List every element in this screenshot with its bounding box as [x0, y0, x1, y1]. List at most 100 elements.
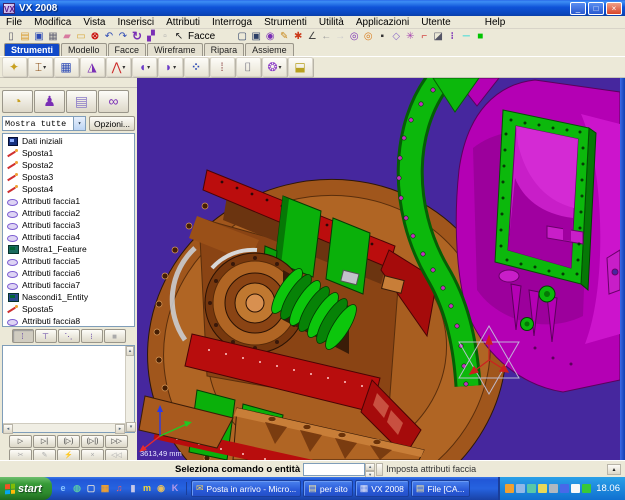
- ql-media[interactable]: ♫: [113, 482, 125, 495]
- web-sphere-button[interactable]: ❂ ▾: [262, 57, 287, 77]
- tab-strumenti[interactable]: Strumenti: [4, 43, 61, 56]
- viewport-3d[interactable]: 3613,49 mm: [137, 78, 620, 460]
- start-button[interactable]: start: [0, 477, 52, 500]
- tree-item-attributi-faccia4[interactable]: Attributi faccia4: [7, 231, 134, 243]
- zoom-fill-icon[interactable]: ▪: [375, 30, 389, 43]
- tray-icon-1[interactable]: [505, 484, 515, 493]
- ql-internet-explorer[interactable]: e: [57, 482, 69, 495]
- disabled-icon[interactable]: ▫: [158, 30, 172, 43]
- tree-item-attributi-faccia6[interactable]: Attributi faccia6: [7, 267, 134, 279]
- tray-icon-5[interactable]: [549, 484, 559, 493]
- tree-item-attributi-faccia2[interactable]: Attributi faccia2: [7, 207, 134, 219]
- section-plane-icon[interactable]: ◪: [431, 30, 445, 43]
- open-folder-icon[interactable]: ▤: [18, 30, 32, 43]
- display-filled-icon[interactable]: ▣: [249, 30, 263, 43]
- tree-item-attributi-faccia5[interactable]: Attributi faccia5: [7, 255, 134, 267]
- minimize-button[interactable]: _: [570, 1, 586, 15]
- tree-item-dati-iniziali[interactable]: Dati iniziali: [7, 135, 134, 147]
- filter-dropdown[interactable]: Mostra tutte ▾: [2, 116, 86, 131]
- forward-arrow-icon[interactable]: →: [333, 30, 347, 43]
- play-to-step-button[interactable]: ▷|: [33, 435, 56, 448]
- maximize-button[interactable]: □: [588, 1, 604, 15]
- menu-file[interactable]: File: [0, 17, 28, 28]
- undo-icon[interactable]: ↶: [102, 30, 116, 43]
- menu-utilita[interactable]: Utilità: [313, 17, 350, 28]
- layers-tab-icon[interactable]: ▤: [66, 90, 97, 113]
- plane-tool-button[interactable]: ◮: [80, 57, 105, 77]
- highlight-icon[interactable]: ▞: [144, 30, 158, 43]
- tab-wireframe[interactable]: Wireframe: [147, 43, 203, 56]
- tree-item-attributi-faccia8[interactable]: Attributi faccia8: [7, 315, 134, 326]
- tab-assieme[interactable]: Assieme: [245, 43, 294, 56]
- menu-interroga[interactable]: Interroga: [206, 17, 258, 28]
- play-fast-button[interactable]: ▷▷: [105, 435, 128, 448]
- tree-item-attributi-faccia1[interactable]: Attributi faccia1: [7, 195, 134, 207]
- midpoint-tool-button[interactable]: ⁞: [210, 57, 235, 77]
- ql-device[interactable]: ▮: [127, 482, 139, 495]
- tree-item-sposta1[interactable]: Sposta1: [7, 147, 134, 159]
- pick-cursor-icon[interactable]: ↖: [172, 30, 186, 43]
- play-button[interactable]: ▷: [9, 435, 32, 448]
- display-icon[interactable]: ▢: [235, 30, 249, 43]
- tree-item-sposta5[interactable]: Sposta5: [7, 303, 134, 315]
- save-icon[interactable]: ▣: [32, 30, 46, 43]
- menu-utente[interactable]: Utente: [415, 17, 456, 28]
- link-tab-icon[interactable]: ∞: [98, 90, 129, 113]
- task-file-ca[interactable]: ▤ File [CA...: [410, 480, 470, 497]
- notepad-icon[interactable]: ✎: [277, 30, 291, 43]
- ql-winamp[interactable]: m: [141, 482, 153, 495]
- polyline-tool-button[interactable]: ⋀ ▾: [106, 57, 131, 77]
- ql-app[interactable]: K: [169, 482, 181, 495]
- tray-icon-8[interactable]: [582, 484, 592, 493]
- horizontal-scrollbar[interactable]: [3, 423, 125, 434]
- new-document-icon[interactable]: ▯: [4, 30, 18, 43]
- magnet-right-button[interactable]: ◗ ▾: [158, 57, 183, 77]
- tree-item-attributi-faccia3[interactable]: Attributi faccia3: [7, 219, 134, 231]
- menu-help[interactable]: Help: [479, 17, 512, 28]
- dropdown-arrow-icon[interactable]: ▾: [73, 117, 85, 130]
- ql-browser[interactable]: ◍: [71, 482, 83, 495]
- task-posta-in-arrivo[interactable]: ✉ Posta in arrivo - Micro...: [191, 480, 302, 497]
- ql-player[interactable]: ◉: [155, 482, 167, 495]
- history-list[interactable]: [2, 345, 136, 434]
- tray-icon-3[interactable]: [527, 484, 537, 493]
- tree-view-button[interactable]: ⊤: [34, 329, 57, 343]
- title-bar[interactable]: VX VX 2008 _ □ ×: [0, 0, 625, 16]
- tray-icon-2[interactable]: [516, 484, 526, 493]
- graph-view-button[interactable]: ⋱: [57, 329, 80, 343]
- refresh-icon[interactable]: ↻: [130, 30, 144, 43]
- ql-office[interactable]: ▦: [99, 482, 111, 495]
- tab-modello[interactable]: Modello: [61, 43, 107, 56]
- wheel-tab-icon[interactable]: ◔: [2, 90, 33, 113]
- task-vx-2008[interactable]: ▦ VX 2008: [354, 480, 409, 497]
- tab-ripara[interactable]: Ripara: [203, 43, 245, 56]
- tab-facce[interactable]: Facce: [107, 43, 147, 56]
- menu-strumenti[interactable]: Strumenti: [258, 17, 313, 28]
- command-input[interactable]: [303, 462, 366, 476]
- measure-tool-button[interactable]: ⌷: [236, 57, 261, 77]
- menu-vista[interactable]: Vista: [77, 17, 111, 28]
- tree-item-nascondi1-entity[interactable]: Nascondi1_Entity: [7, 291, 134, 303]
- part-tab-icon[interactable]: ♟: [34, 90, 65, 113]
- stop-view-button[interactable]: ■: [103, 329, 126, 343]
- bounds-icon[interactable]: ⌐: [417, 30, 431, 43]
- status-corner-button[interactable]: ▴: [607, 464, 621, 475]
- view-wheel-icon[interactable]: ✳: [403, 30, 417, 43]
- tray-icon-4[interactable]: [538, 484, 548, 493]
- menu-modifica[interactable]: Modifica: [28, 17, 77, 28]
- redo-icon[interactable]: ↷: [116, 30, 130, 43]
- eraser-icon[interactable]: ▰: [60, 30, 74, 43]
- menu-applicazioni[interactable]: Applicazioni: [350, 17, 415, 28]
- back-arrow-icon[interactable]: ←: [319, 30, 333, 43]
- menu-attributi[interactable]: Attributi: [160, 17, 206, 28]
- play-cond-step-button[interactable]: (▷|): [81, 435, 104, 448]
- grid-tool-button[interactable]: ▦: [54, 57, 79, 77]
- zoom-window-icon[interactable]: ◎: [347, 30, 361, 43]
- tray-icon-7[interactable]: [571, 484, 581, 493]
- pins-icon[interactable]: ⁝: [445, 30, 459, 43]
- print-icon[interactable]: ▦: [46, 30, 60, 43]
- sheet-tool-button[interactable]: ✦: [2, 57, 27, 77]
- zoom-target-icon[interactable]: ◎: [361, 30, 375, 43]
- command-grip-button[interactable]: [376, 462, 384, 476]
- tree-item-sposta4[interactable]: Sposta4: [7, 183, 134, 195]
